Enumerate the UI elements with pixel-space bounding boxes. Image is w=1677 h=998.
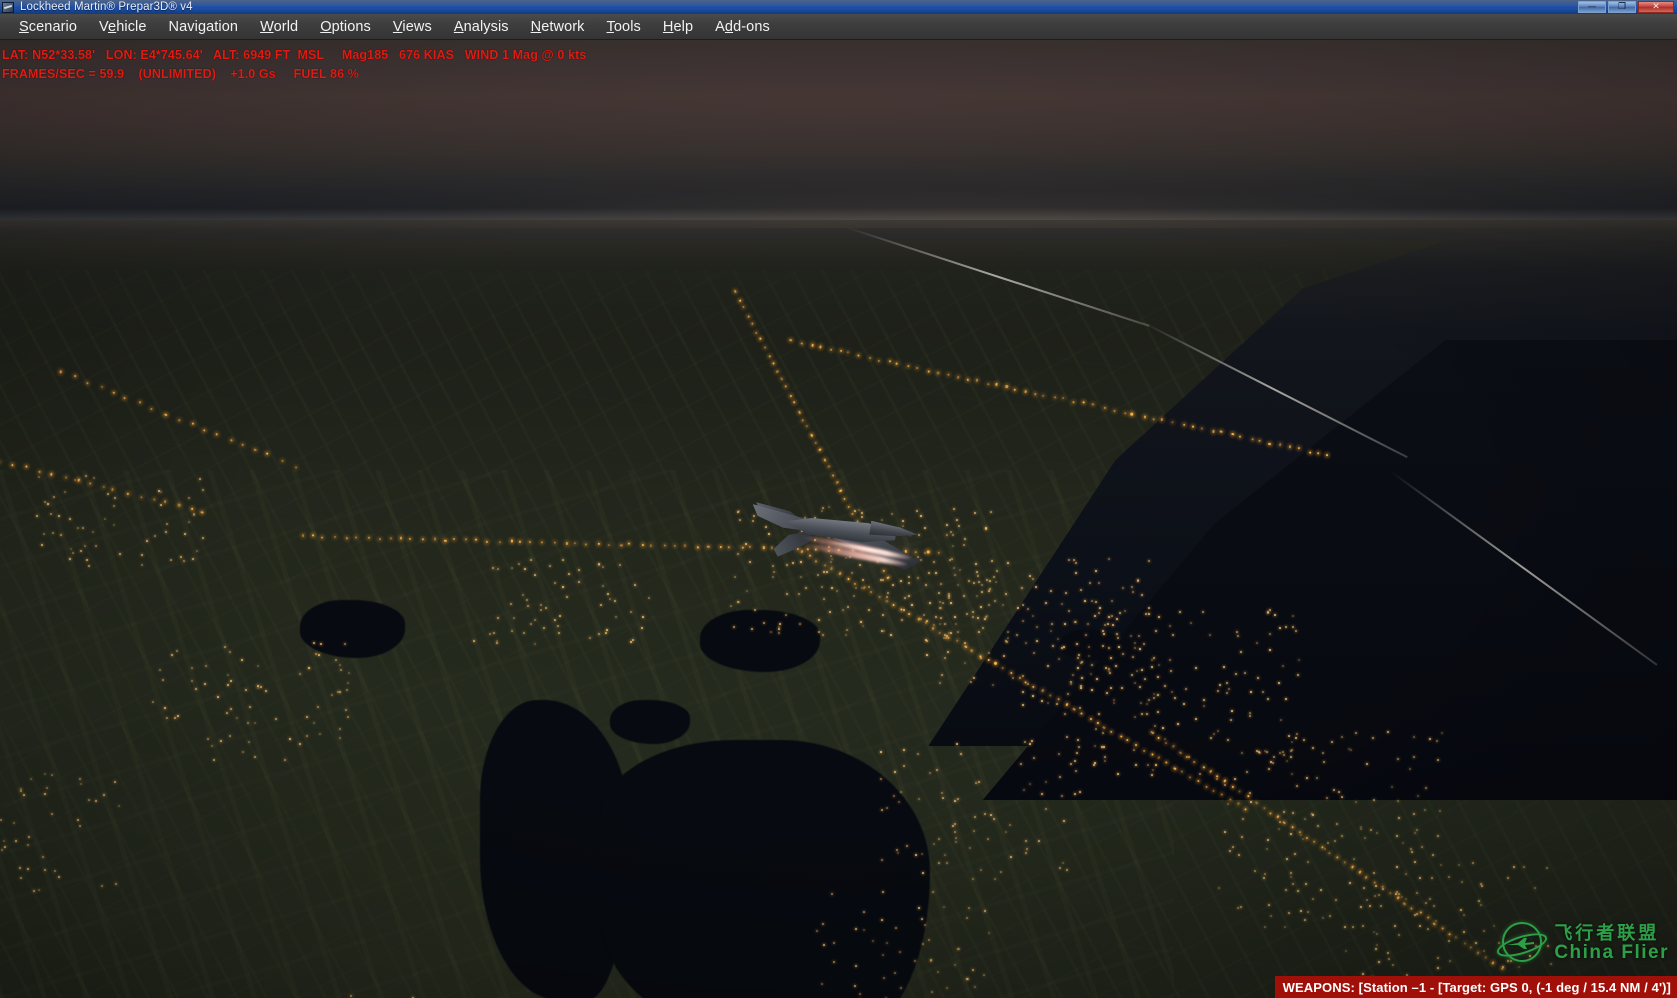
menu-item-help[interactable]: Help [652,16,704,38]
player-aircraft [740,495,930,590]
menu-item-navigation[interactable]: Navigation [158,16,250,38]
menu-item-network[interactable]: Network [520,16,596,38]
application-window: Lockheed Martin® Prepar3D® v4 — ❐ ✕ Scen… [0,0,1677,998]
simulator-viewport[interactable]: LAT: N52*33.58' LON: E4*745.64' ALT: 694… [0,40,1677,998]
watermark-chinese: 飞行者联盟 [1554,925,1669,944]
minimize-icon: — [1588,3,1597,12]
menu-item-options[interactable]: Options [309,16,382,38]
weapons-status-bar: WEAPONS: [Station –1 - [Target: GPS 0, (… [1275,976,1677,998]
watermark-english: China Flier [1554,943,1669,963]
weapons-status-text: WEAPONS: [Station –1 - [Target: GPS 0, (… [1283,980,1671,995]
close-button[interactable]: ✕ [1638,1,1674,13]
menu-item-vehicle[interactable]: Vehicle [88,16,157,38]
window-controls: — ❐ ✕ [1578,1,1677,13]
menu-item-world[interactable]: World [249,16,309,38]
airplane-icon [1506,937,1536,949]
title-bar-gloss [0,0,1677,7]
menu-bar: Scenario Vehicle Navigation World Option… [0,14,1677,40]
minimize-button[interactable]: — [1578,1,1606,13]
menu-item-add-ons[interactable]: Add-ons [704,16,781,38]
maximize-button[interactable]: ❐ [1608,1,1636,13]
china-flier-watermark: 飞行者联盟 China Flier [1494,916,1669,972]
planet-plane-icon [1494,916,1550,972]
close-icon: ✕ [1652,3,1660,12]
menu-item-scenario[interactable]: Scenario [8,16,88,38]
app-icon [2,2,14,13]
menu-item-tools[interactable]: Tools [596,16,652,38]
title-bar: Lockheed Martin® Prepar3D® v4 — ❐ ✕ [0,0,1677,14]
menu-item-views[interactable]: Views [382,16,443,38]
city-lights-cluster [0,270,1677,998]
watermark-text: 飞行者联盟 China Flier [1554,925,1669,964]
maximize-icon: ❐ [1618,3,1626,12]
menu-item-analysis[interactable]: Analysis [443,16,520,38]
window-title: Lockheed Martin® Prepar3D® v4 [20,1,193,13]
